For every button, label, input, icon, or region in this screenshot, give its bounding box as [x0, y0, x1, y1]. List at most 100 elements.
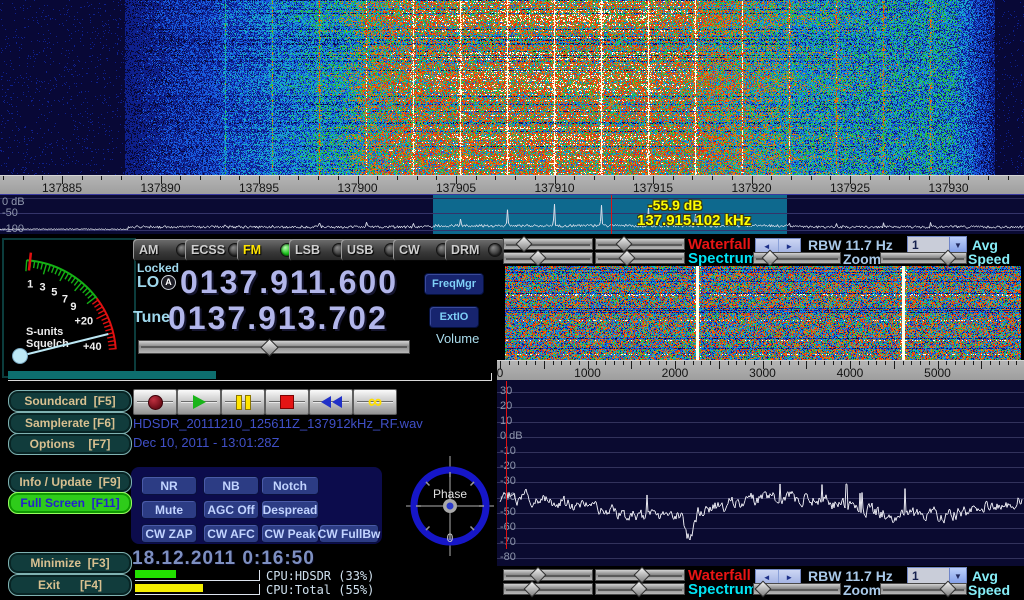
wf-contrast-slider[interactable] [595, 238, 685, 250]
ruler-tick [561, 361, 562, 365]
dsp-button-cw-afc[interactable]: CW AFC [203, 524, 259, 543]
dsp-button-mute[interactable]: Mute [141, 500, 197, 519]
loop-button[interactable]: ∞ [353, 389, 397, 415]
dsp-button-cw-zap[interactable]: CW ZAP [141, 524, 197, 543]
mode-button-fm[interactable]: FM [237, 239, 297, 261]
zoom-label: Zoom [843, 582, 881, 598]
dsp-button-nb[interactable]: NB [203, 476, 259, 495]
mode-button-usb[interactable]: USB [341, 239, 401, 261]
mode-button-lsb[interactable]: LSB [289, 239, 349, 261]
needle-pivot [13, 349, 28, 364]
zoom-slider[interactable] [753, 252, 841, 264]
af-spectrum-display[interactable]: 3020100 dB-10-20-30-40-50-60-70-80 [497, 380, 1024, 566]
dsp-button-agc-off[interactable]: AGC Off [203, 500, 259, 519]
af-frequency-ruler[interactable]: 010002000300040005000 [497, 360, 1024, 382]
dsp-button-cw-peak[interactable]: CW Peak [261, 524, 319, 543]
ruler-tick [736, 361, 737, 365]
menu-button-samplerate-f6-[interactable]: Samplerate [F6] [8, 412, 132, 434]
wf-brightness-slider[interactable] [503, 238, 593, 250]
sp-brightness-slider-thumb[interactable] [524, 581, 541, 598]
mode-button-ecss[interactable]: ECSS [185, 239, 245, 261]
dsp-button-cw-fullbw[interactable]: CW FullBw [319, 524, 379, 543]
ruler-tick [42, 176, 43, 180]
mode-label: AM [139, 243, 158, 257]
sp-contrast-slider-thumb[interactable] [631, 581, 648, 598]
ruler-tick [614, 176, 615, 180]
rf-frequency-ruler[interactable]: 1378851378901378951379001379051379101379… [0, 175, 1024, 196]
ruler-tick [239, 176, 240, 180]
ruler-tick [495, 176, 496, 180]
ruler-tick [397, 176, 398, 180]
wf-brightness-slider-thumb[interactable] [516, 236, 533, 253]
smeter-squelch-gauge[interactable]: 13579+20+40S-unitsSquelch [4, 239, 132, 373]
menu-button-exit-f4-[interactable]: Exit [F4] [8, 574, 132, 596]
af-waterfall-display[interactable] [505, 266, 1021, 360]
sp-contrast-slider[interactable] [595, 252, 685, 264]
smeter-peak-needle [29, 253, 31, 271]
speed-slider-thumb[interactable] [940, 250, 957, 267]
stop-button[interactable] [265, 389, 309, 415]
wf-contrast-slider[interactable] [595, 569, 685, 581]
mode-button-am[interactable]: AM [133, 239, 193, 261]
volume-slider[interactable] [138, 340, 410, 354]
zoom-slider-thumb[interactable] [755, 581, 772, 598]
menu-button-soundcard-f5-[interactable]: Soundcard [F5] [8, 390, 132, 412]
rewind-button[interactable] [309, 389, 353, 415]
volume-label: Volume [436, 331, 479, 346]
spectrum-tab-label[interactable]: Spectrum [688, 250, 757, 267]
ruler-tick [141, 176, 142, 180]
rf-ruler-label: 137890 [140, 181, 180, 195]
menu-button-minimize-f3-[interactable]: Minimize [F3] [8, 552, 132, 574]
mode-button-cw[interactable]: CW [393, 239, 453, 261]
af-ruler-label: 4000 [837, 366, 864, 380]
extio-button[interactable]: ExtIO [429, 306, 479, 328]
record-icon [148, 395, 163, 410]
rf-waterfall-display[interactable] [0, 0, 1024, 175]
rf-spectrum-display[interactable]: 0 dB-50-100 -55.9 dB 137.915.102 kHz [0, 194, 1024, 234]
sp-contrast-slider[interactable] [595, 583, 685, 595]
ruler-tick [911, 361, 912, 365]
audio-level-scale-end [491, 373, 492, 381]
pause-button[interactable] [221, 389, 265, 415]
record-button[interactable] [133, 389, 177, 415]
mode-button-row: AMECSSFMLSBUSBCWDRM [133, 239, 495, 262]
menu-button-options-f7-[interactable]: Options [F7] [8, 433, 132, 455]
sp-brightness-slider-thumb[interactable] [530, 250, 547, 267]
speed-slider[interactable] [880, 252, 967, 264]
auto-lo-badge[interactable]: A [161, 275, 176, 290]
dsp-button-despread[interactable]: Despread [261, 500, 319, 519]
ruler-tick [180, 176, 181, 180]
mode-button-drm[interactable]: DRM [445, 239, 505, 261]
dsp-button-notch[interactable]: Notch [261, 476, 319, 495]
ruler-tick [436, 176, 437, 180]
sp-brightness-slider[interactable] [503, 252, 593, 264]
wf-contrast-slider-thumb[interactable] [616, 236, 633, 253]
play-button[interactable] [177, 389, 221, 415]
spectrum-tab-label[interactable]: Spectrum [688, 581, 757, 598]
phase-label: Phase [433, 487, 467, 501]
sp-contrast-slider-thumb[interactable] [619, 250, 636, 267]
lo-frequency-value[interactable]: 0137.911.600 [180, 264, 398, 301]
speed-slider-thumb[interactable] [940, 581, 957, 598]
speed-slider[interactable] [880, 583, 967, 595]
tune-frequency-value[interactable]: 0137.913.702 [168, 300, 388, 337]
menu-button-full-screen-f11-[interactable]: Full Screen [F11] [8, 492, 132, 514]
volume-slider-thumb[interactable] [260, 338, 278, 356]
ruler-tick [579, 361, 580, 365]
ruler-tick [594, 176, 595, 180]
zoom-slider[interactable] [753, 583, 841, 595]
wf-brightness-slider[interactable] [503, 569, 593, 581]
ruler-tick [894, 361, 895, 369]
zoom-slider-thumb[interactable] [762, 250, 779, 267]
ruler-tick [798, 361, 799, 365]
sp-brightness-slider[interactable] [503, 583, 593, 595]
ruler-tick [990, 361, 991, 365]
ruler-tick [279, 176, 280, 180]
ruler-tick [553, 361, 554, 365]
dsp-button-nr[interactable]: NR [141, 476, 197, 495]
menu-button-info-update-f9-[interactable]: Info / Update [F9] [8, 471, 132, 493]
smeter-title: S-units [26, 326, 63, 338]
ruler-tick [771, 361, 772, 365]
freqmgr-button[interactable]: FreqMgr [424, 273, 484, 295]
wf-contrast-slider-thumb[interactable] [634, 567, 651, 584]
